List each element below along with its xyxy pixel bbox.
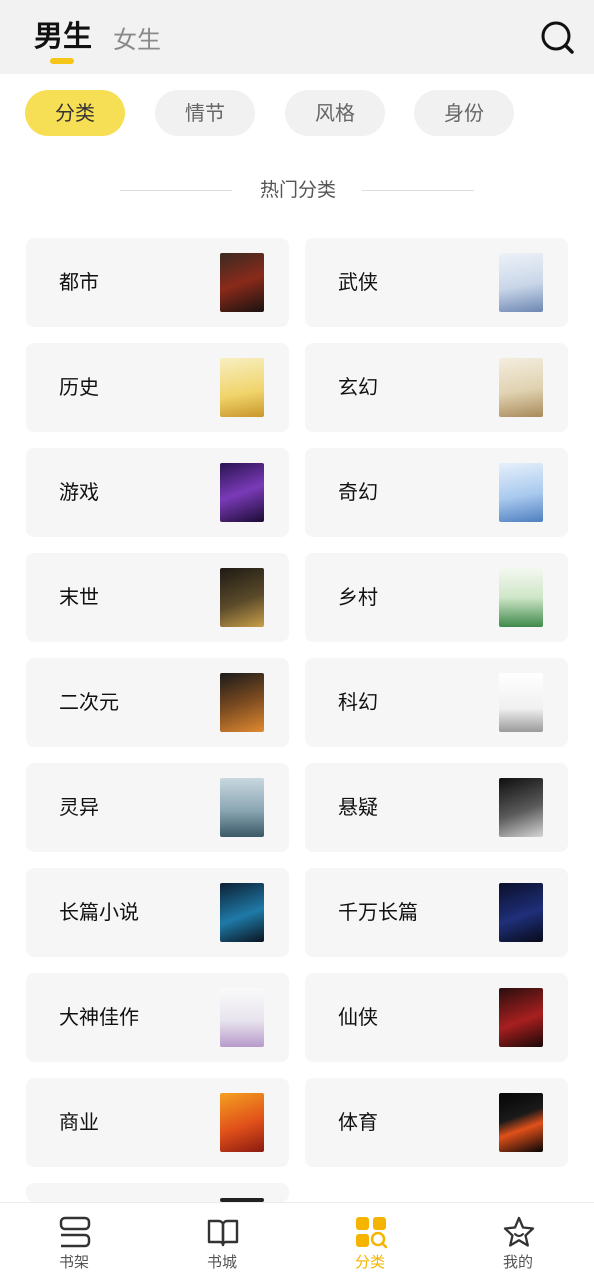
nav-label-bookshelf: 书架 xyxy=(58,1253,89,1271)
book-cover xyxy=(220,463,264,522)
book-cover xyxy=(220,253,264,312)
book-cover xyxy=(499,358,543,417)
category-label: 悬疑 xyxy=(338,795,378,819)
category-label: 武侠 xyxy=(338,270,378,294)
bookshelf-icon xyxy=(59,1216,91,1248)
category-card[interactable]: 历史 xyxy=(26,343,289,432)
book-cover xyxy=(220,883,264,942)
nav-label-bookstore: 书城 xyxy=(206,1253,237,1271)
book-cover xyxy=(499,883,543,942)
book-cover xyxy=(220,988,264,1047)
book-cover xyxy=(499,568,543,627)
section-title: 热门分类 xyxy=(259,179,336,201)
category-label: 游戏 xyxy=(59,480,99,504)
category-label: 乡村 xyxy=(338,585,378,609)
nav-category[interactable]: 分类 xyxy=(296,1203,444,1280)
category-label: 末世 xyxy=(59,585,99,609)
book-cover xyxy=(220,778,264,837)
book-cover xyxy=(220,673,264,732)
category-label: 大神佳作 xyxy=(59,1005,139,1029)
search-icon xyxy=(541,21,574,54)
category-card[interactable]: 末世 xyxy=(26,553,289,642)
book-cover xyxy=(220,568,264,627)
section-header: 热门分类 xyxy=(20,150,576,230)
category-label: 奇幻 xyxy=(338,480,378,504)
book-cover xyxy=(220,358,264,417)
book-cover xyxy=(499,463,543,522)
filter-chip-category[interactable]: 分类 xyxy=(25,90,125,136)
category-label: 仙侠 xyxy=(338,1005,378,1029)
category-card[interactable]: 都市 xyxy=(26,238,289,327)
book-icon xyxy=(207,1219,239,1247)
nav-label-profile: 我的 xyxy=(502,1253,533,1271)
divider-line xyxy=(362,190,474,191)
nav-label-category: 分类 xyxy=(354,1253,385,1271)
book-cover xyxy=(499,673,543,732)
category-card[interactable]: 武侠 xyxy=(305,238,568,327)
filter-chip-identity[interactable]: 身份 xyxy=(414,90,514,136)
category-card[interactable]: 二次元 xyxy=(26,658,289,747)
category-card[interactable]: 大神佳作 xyxy=(26,973,289,1062)
category-label: 体育 xyxy=(338,1110,378,1134)
category-card[interactable]: 科幻 xyxy=(305,658,568,747)
tab-male[interactable]: 男生 xyxy=(34,16,92,56)
nav-bookstore[interactable]: 书城 xyxy=(148,1203,296,1280)
filter-chip-style[interactable]: 风格 xyxy=(285,90,385,136)
category-card[interactable]: 长篇小说 xyxy=(26,868,289,957)
search-button[interactable] xyxy=(538,18,578,58)
category-card[interactable]: 玄幻 xyxy=(305,343,568,432)
top-header: 男生 女生 xyxy=(0,0,594,74)
category-card[interactable]: 灵异 xyxy=(26,763,289,852)
category-icon xyxy=(356,1217,388,1249)
filter-chip-plot[interactable]: 情节 xyxy=(155,90,255,136)
category-label: 千万长篇 xyxy=(338,900,418,924)
book-cover xyxy=(220,1093,264,1152)
tab-female[interactable]: 女生 xyxy=(113,20,161,60)
category-label: 科幻 xyxy=(338,690,378,714)
book-cover xyxy=(499,778,543,837)
category-label: 都市 xyxy=(59,270,99,294)
book-cover xyxy=(499,1093,543,1152)
bottom-nav: 书架 书城 分类 我的 xyxy=(0,1202,594,1280)
category-card-partial[interactable] xyxy=(26,1183,289,1202)
nav-bookshelf[interactable]: 书架 xyxy=(0,1203,148,1280)
category-label: 二次元 xyxy=(59,690,119,714)
nav-profile[interactable]: 我的 xyxy=(444,1203,592,1280)
category-label: 历史 xyxy=(59,375,99,399)
book-cover xyxy=(499,253,543,312)
category-card[interactable]: 体育 xyxy=(305,1078,568,1167)
category-card[interactable]: 游戏 xyxy=(26,448,289,537)
category-card[interactable]: 悬疑 xyxy=(305,763,568,852)
category-label: 长篇小说 xyxy=(59,900,139,924)
category-card[interactable]: 商业 xyxy=(26,1078,289,1167)
category-card[interactable]: 仙侠 xyxy=(305,973,568,1062)
category-card[interactable]: 千万长篇 xyxy=(305,868,568,957)
star-icon xyxy=(503,1216,535,1247)
category-label: 灵异 xyxy=(59,795,99,819)
category-label: 商业 xyxy=(59,1110,99,1134)
category-label: 玄幻 xyxy=(338,375,378,399)
book-cover xyxy=(499,988,543,1047)
active-tab-indicator xyxy=(50,58,74,64)
category-card[interactable]: 乡村 xyxy=(305,553,568,642)
category-card[interactable]: 奇幻 xyxy=(305,448,568,537)
